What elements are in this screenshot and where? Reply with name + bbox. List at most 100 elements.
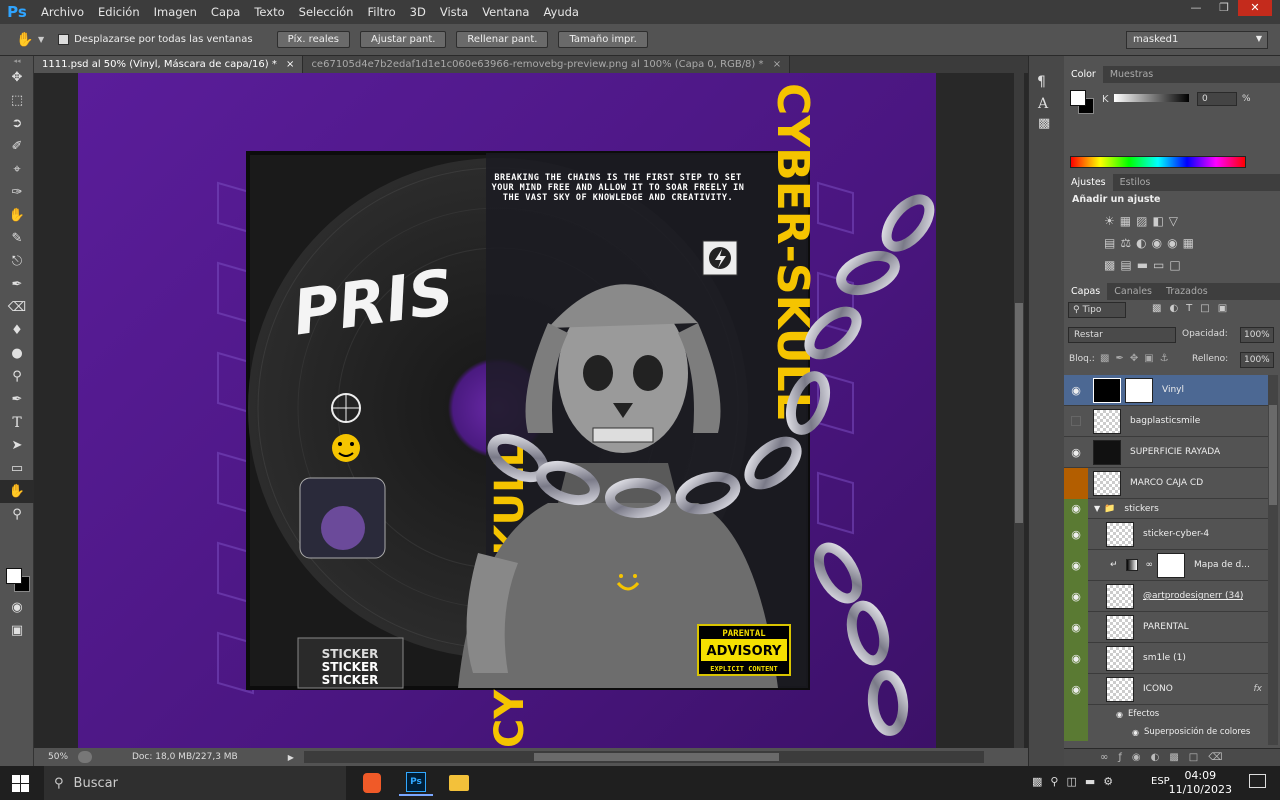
menu-capa[interactable]: Capa — [204, 5, 247, 19]
restore-icon[interactable]: ❐ — [1210, 0, 1238, 16]
photoshop-taskbar-icon[interactable]: Ps — [399, 770, 433, 796]
foreground-color-swatch[interactable] — [6, 568, 22, 584]
layer-mask-thumbnail[interactable] — [1157, 552, 1186, 578]
mixer-icon[interactable]: ◉ — [1167, 236, 1182, 250]
actual-pixels-button[interactable]: Píx. reales — [276, 31, 350, 48]
color-swatches[interactable] — [4, 566, 30, 596]
color-foreground-swatch[interactable] — [1070, 90, 1086, 106]
notifications-icon[interactable] — [1249, 774, 1266, 788]
windows-start-icon[interactable] — [12, 775, 29, 792]
exposure-icon[interactable]: ◧ — [1152, 214, 1168, 228]
rectangle-tool-icon[interactable]: ▭ — [0, 457, 34, 480]
layer-marco-caja-cd[interactable]: MARCO CAJA CD — [1064, 467, 1268, 499]
visibility-eye-icon[interactable]: ◉ — [1064, 673, 1088, 705]
collapse-toolbox-icon[interactable]: ◂◂ — [0, 56, 34, 66]
visibility-eye-icon[interactable]: ◉ — [1064, 498, 1088, 519]
selective-color-icon[interactable]: □ — [1169, 258, 1185, 272]
bw-icon[interactable]: ◐ — [1136, 236, 1151, 250]
layer-group-stickers[interactable]: ◉ ▼ 📁 stickers — [1064, 498, 1268, 519]
k-value-input[interactable]: 0 — [1197, 92, 1237, 106]
close-window-icon[interactable]: ✕ — [1238, 0, 1272, 16]
new-adjustment-icon[interactable]: ◐ — [1151, 752, 1170, 763]
link-icon[interactable]: ∞ — [1146, 560, 1154, 570]
language-indicator[interactable]: ESP — [1151, 776, 1170, 787]
scrollbar-thumb[interactable] — [1015, 303, 1023, 523]
visibility-eye-icon[interactable]: ◉ — [1064, 518, 1088, 550]
levels-icon[interactable]: ▦ — [1120, 214, 1136, 228]
link-layers-icon[interactable]: ∞ — [1100, 752, 1118, 763]
canvas-area[interactable]: PRIS BREAKING THE CHAINS IS THE FIRST ST… — [34, 73, 1028, 748]
invert-icon[interactable]: ▩ — [1104, 258, 1120, 272]
tool-preset-dropdown-icon[interactable]: ▼ — [38, 35, 44, 44]
path-selection-tool-icon[interactable]: ➤ — [0, 434, 34, 457]
menu-edicion[interactable]: Edición — [91, 5, 147, 19]
eraser-tool-icon[interactable]: ⌫ — [0, 296, 34, 319]
tab-removebg-png[interactable]: ce67105d4e7b2edaf1d1e1c060e63966-removeb… — [303, 56, 791, 73]
visibility-eye-icon[interactable]: ◉ — [1064, 437, 1088, 468]
adjustment-icons-grid[interactable]: ☀▦▨◧▽ ▤⚖◐◉◉▦ ▩▤▬▭□ — [1104, 210, 1264, 274]
screen-mode-icon[interactable]: ▣ — [0, 619, 34, 642]
blend-mode-select[interactable]: Restar — [1068, 327, 1176, 343]
layer-filter-icons[interactable]: ▩◐T□▣ — [1152, 303, 1235, 314]
menu-archivo[interactable]: Archivo — [34, 5, 91, 19]
vertical-scrollbar[interactable] — [1014, 73, 1024, 748]
tab-1111-psd[interactable]: 1111.psd al 50% (Vinyl, Máscara de capa/… — [34, 56, 304, 73]
tab-ajustes[interactable]: Ajustes — [1064, 174, 1113, 191]
tool-presets-icon[interactable]: ▩ — [1038, 116, 1064, 131]
layer-effects-row[interactable]: ◉ Efectos — [1064, 705, 1268, 723]
visibility-off-box[interactable] — [1064, 406, 1088, 437]
tab-capas[interactable]: Capas — [1064, 283, 1108, 300]
taskbar-search[interactable]: ⚲ Buscar — [44, 766, 346, 800]
quick-mask-icon[interactable]: ◉ — [0, 596, 34, 619]
menu-3d[interactable]: 3D — [403, 5, 433, 19]
gradient-map-icon[interactable]: ▭ — [1153, 258, 1169, 272]
layer-fx-icon[interactable]: fx — [1254, 684, 1263, 694]
add-style-icon[interactable]: ƒ — [1118, 752, 1132, 763]
posterize-icon[interactable]: ▤ — [1120, 258, 1136, 272]
layer-mask-thumbnail[interactable] — [1125, 377, 1153, 403]
visibility-eye-icon[interactable]: ◉ — [1064, 611, 1088, 643]
quick-select-tool-icon[interactable]: ✐ — [0, 135, 34, 158]
zoom-tool-icon[interactable]: ⚲ — [0, 503, 34, 526]
layer-effect-color-overlay[interactable]: ◉ Superposición de colores — [1064, 723, 1268, 741]
effect-eye-icon[interactable]: ◉ — [1132, 728, 1139, 737]
paragraph-icon[interactable]: ¶ — [1037, 74, 1064, 90]
curves-icon[interactable]: ▨ — [1136, 214, 1152, 228]
brightness-icon[interactable]: ☀ — [1104, 214, 1120, 228]
color-spectrum-bar[interactable] — [1070, 156, 1246, 168]
menu-vista[interactable]: Vista — [433, 5, 475, 19]
visibility-eye-icon[interactable]: ◉ — [1064, 580, 1088, 612]
move-tool-icon[interactable]: ✥ — [0, 66, 34, 89]
scrollbar-thumb[interactable] — [533, 753, 779, 761]
history-brush-tool-icon[interactable]: ✒ — [0, 273, 34, 296]
file-explorer-icon[interactable] — [442, 770, 476, 796]
minimize-icon[interactable]: — — [1182, 0, 1210, 16]
visibility-eye-icon[interactable]: ◉ — [1064, 642, 1088, 674]
menu-ayuda[interactable]: Ayuda — [536, 5, 586, 19]
fill-screen-button[interactable]: Rellenar pant. — [456, 31, 549, 48]
tab-color[interactable]: Color — [1064, 66, 1103, 83]
effect-eye-icon[interactable]: ◉ — [1116, 710, 1123, 719]
fit-screen-button[interactable]: Ajustar pant. — [360, 31, 447, 48]
close-tab-icon[interactable]: × — [773, 59, 781, 70]
vibrance-icon[interactable]: ▽ — [1169, 214, 1183, 228]
system-tray-icons[interactable]: ▩⚲◫▬⚙ — [1032, 775, 1121, 788]
lasso-tool-icon[interactable]: ➲ — [0, 112, 34, 135]
dodge-tool-icon[interactable]: ⚲ — [0, 365, 34, 388]
proof-icon[interactable] — [78, 751, 92, 763]
layer-bagplasticsmile[interactable]: bagplasticsmile — [1064, 406, 1268, 437]
hand-tool-active-icon[interactable]: ✋ — [0, 480, 34, 503]
tab-trazados[interactable]: Trazados — [1159, 283, 1215, 300]
hue-icon[interactable]: ▤ — [1104, 236, 1120, 250]
layer-sm1le[interactable]: ◉ sm1le (1) — [1064, 642, 1268, 674]
add-mask-icon[interactable]: ◉ — [1132, 752, 1151, 763]
layers-footer-buttons[interactable]: ∞ƒ◉◐▩□⌫ — [1064, 748, 1280, 768]
menu-seleccion[interactable]: Selección — [292, 5, 361, 19]
eyedropper-tool-icon[interactable]: ✑ — [0, 181, 34, 204]
new-layer-icon[interactable]: □ — [1189, 752, 1208, 763]
layers-scrollbar[interactable] — [1268, 375, 1278, 745]
layer-artprodesignerr[interactable]: ◉ @artprodesignerr (34) — [1064, 580, 1268, 612]
blur-tool-icon[interactable]: ● — [0, 342, 34, 365]
new-group-icon[interactable]: ▩ — [1169, 752, 1188, 763]
brave-browser-icon[interactable] — [355, 770, 389, 796]
